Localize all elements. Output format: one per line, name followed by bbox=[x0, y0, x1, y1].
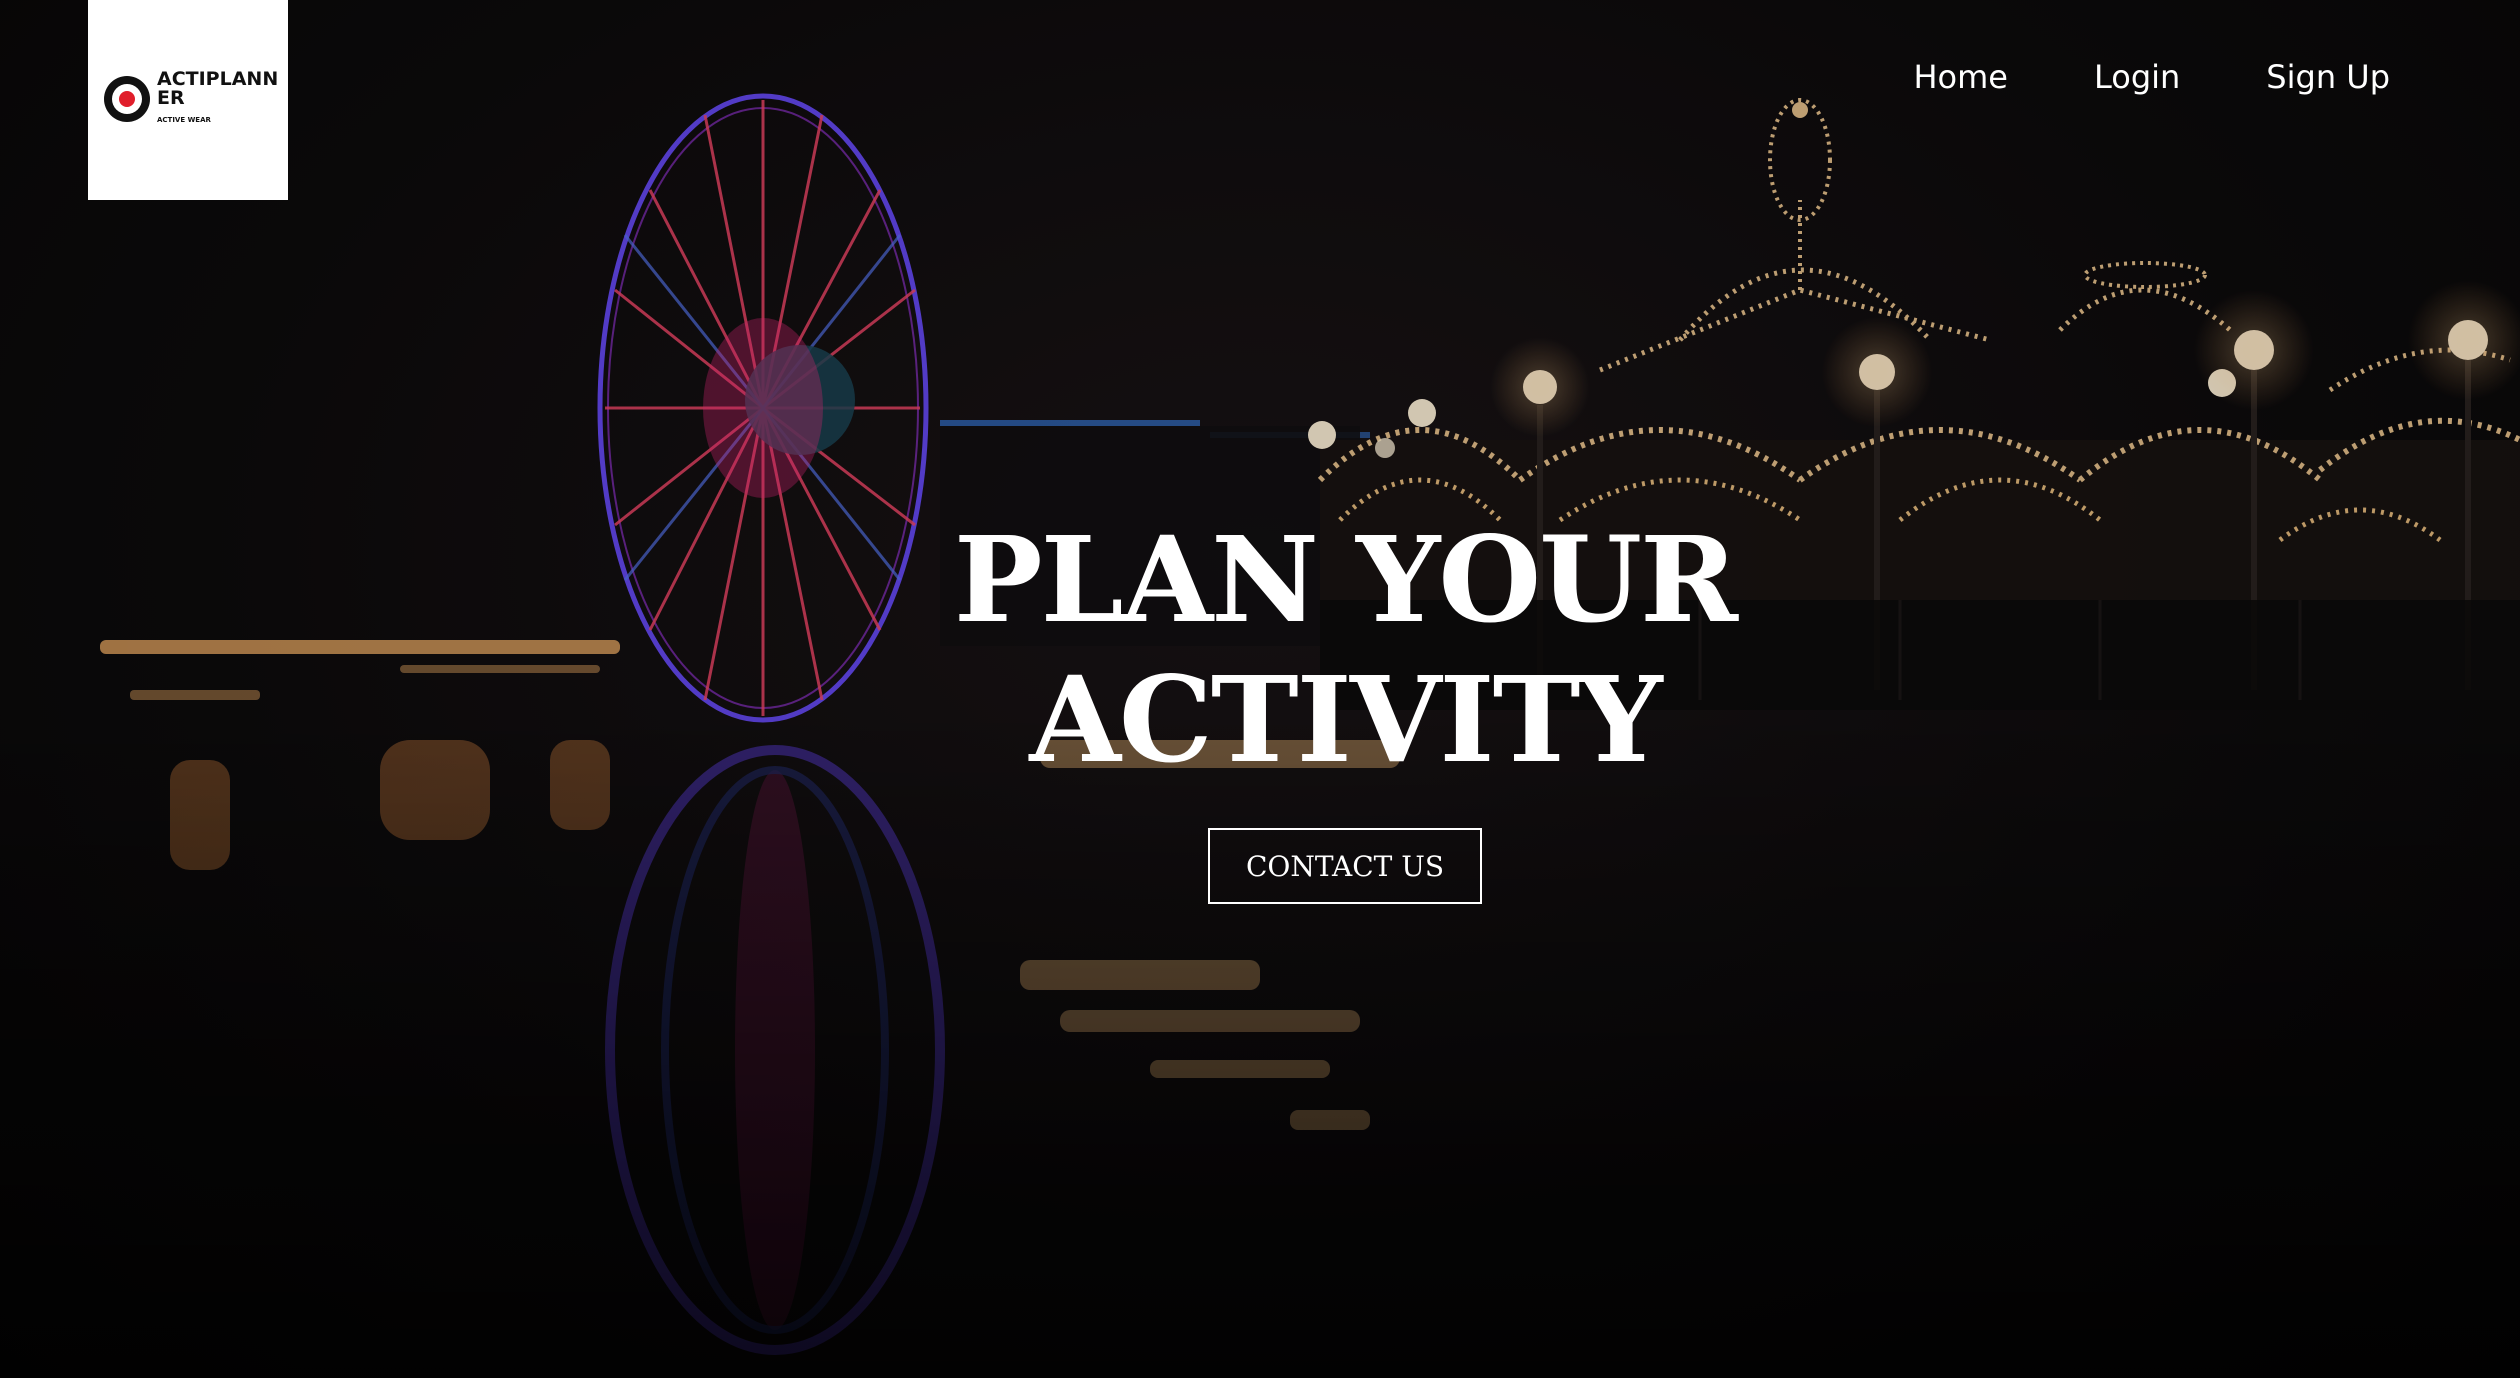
page: ACTIPLANNER ACTIVE WEAR Home Login Sign … bbox=[0, 0, 2520, 1378]
hero: PLAN YOUR ACTIVITY bbox=[0, 510, 2520, 790]
hero-title-line2: ACTIVITY bbox=[1029, 650, 1662, 789]
contact-us-button[interactable]: CONTACT US bbox=[1208, 828, 1482, 904]
nav-home-link[interactable]: Home bbox=[1913, 58, 2008, 96]
hero-title: PLAN YOUR ACTIVITY bbox=[0, 510, 2520, 790]
logo[interactable]: ACTIPLANNER ACTIVE WEAR bbox=[88, 0, 288, 200]
top-nav: Home Login Sign Up bbox=[1913, 58, 2390, 96]
logo-tagline: ACTIVE WEAR bbox=[157, 116, 211, 124]
nav-signup-link[interactable]: Sign Up bbox=[2266, 58, 2390, 96]
hero-title-line1: PLAN YOUR bbox=[953, 510, 1738, 649]
nav-login-link[interactable]: Login bbox=[2094, 58, 2180, 96]
logo-name: ACTIPLANNER bbox=[157, 68, 279, 109]
target-icon bbox=[104, 76, 150, 122]
